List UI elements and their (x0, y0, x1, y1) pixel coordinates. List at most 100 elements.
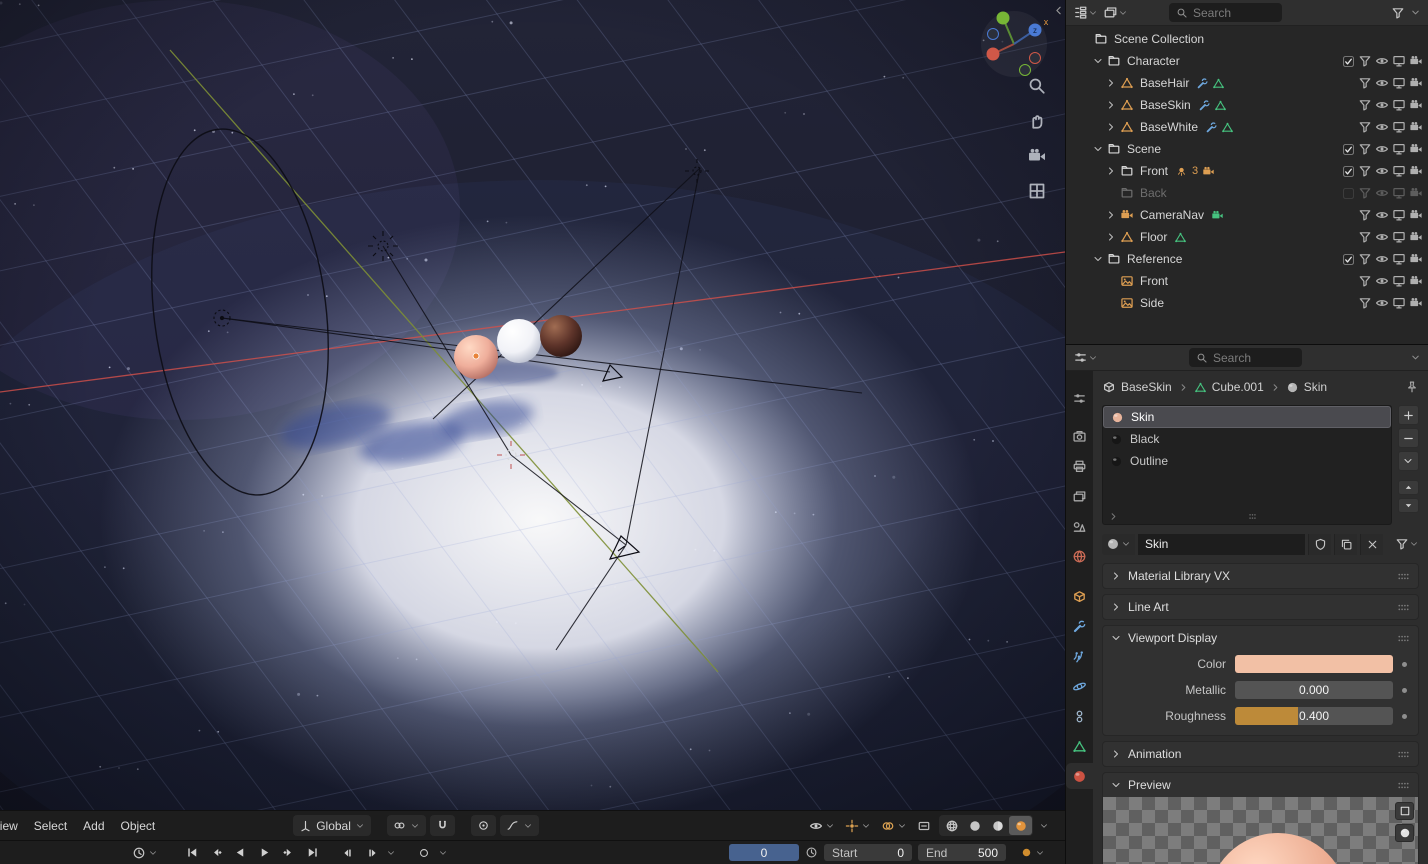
outliner-editor-type-button[interactable] (1073, 5, 1098, 20)
eye-icon[interactable] (1375, 208, 1389, 222)
chevdown-icon[interactable] (1092, 253, 1104, 265)
screen-icon[interactable] (1392, 98, 1406, 112)
properties-tab-material[interactable] (1066, 763, 1093, 789)
shading-material-preview-button[interactable] (986, 816, 1009, 835)
mesh-icon[interactable] (1194, 381, 1207, 394)
eye-icon[interactable] (1375, 296, 1389, 310)
next-keyframe-button[interactable] (278, 844, 298, 862)
camera-icon[interactable] (1409, 54, 1423, 68)
chevdown-icon[interactable] (1092, 143, 1104, 155)
chevdown-icon[interactable] (1039, 821, 1049, 831)
eye-icon[interactable] (1375, 76, 1389, 90)
unlink-material-button[interactable] (1360, 533, 1383, 555)
outliner-row-basewhite[interactable]: BaseWhite (1066, 116, 1428, 138)
eye-icon[interactable] (1375, 186, 1389, 200)
screen-icon[interactable] (1392, 208, 1406, 222)
eye-icon[interactable] (1375, 120, 1389, 134)
mesh-icon[interactable] (1120, 230, 1134, 244)
funnel-icon[interactable] (1358, 76, 1372, 90)
viewport-menu-select[interactable]: Select (26, 816, 75, 836)
breadcrumb-item-skin[interactable]: Skin (1286, 380, 1328, 394)
shading-rendered-button[interactable] (1009, 816, 1032, 835)
viewport-menu-view[interactable]: View (0, 816, 26, 836)
funnel-icon[interactable] (1358, 54, 1372, 68)
collection-icon[interactable] (1094, 32, 1108, 46)
eye-icon[interactable] (1375, 252, 1389, 266)
gizmo-y-axis-dot[interactable] (996, 11, 1010, 25)
chevdown-icon[interactable] (386, 848, 396, 858)
outliner-filter-button[interactable] (1391, 6, 1405, 20)
3d-viewport[interactable]: z x (0, 0, 1065, 810)
funnel-icon[interactable] (1358, 208, 1372, 222)
outliner-row-side[interactable]: Side (1066, 292, 1428, 314)
snap-target-dropdown[interactable] (386, 815, 426, 836)
preview-sphere-button[interactable] (1395, 824, 1414, 842)
material-slot-skin[interactable]: Skin (1103, 406, 1391, 428)
roughness-slider[interactable]: 0.400 (1235, 707, 1393, 725)
shading-wireframe-button[interactable] (940, 816, 963, 835)
frame-end-field[interactable]: End 500 (918, 844, 1006, 861)
play-button[interactable] (254, 844, 274, 862)
camera-icon[interactable] (1202, 165, 1215, 178)
outliner-row-character[interactable]: Character (1066, 50, 1428, 72)
camera-icon[interactable] (1409, 120, 1423, 134)
visibility-toggle[interactable] (807, 817, 837, 835)
properties-search-input[interactable] (1213, 350, 1295, 365)
screen-icon[interactable] (1392, 54, 1406, 68)
auto-keying-button[interactable] (1020, 846, 1033, 859)
chevright-icon[interactable] (1105, 121, 1117, 133)
image-icon[interactable] (1120, 296, 1134, 310)
mesh-data-icon[interactable] (1212, 77, 1225, 90)
camera-icon[interactable] (1409, 76, 1423, 90)
chevright-icon[interactable] (1105, 231, 1117, 243)
outliner-row-floor[interactable]: Floor (1066, 226, 1428, 248)
panel-header-preview[interactable]: Preview (1103, 773, 1418, 797)
funnel-icon[interactable] (1358, 296, 1372, 310)
collection-icon[interactable] (1107, 142, 1121, 156)
animate-dot[interactable] (1402, 661, 1407, 667)
animate-dot[interactable] (1402, 687, 1407, 693)
breadcrumb-item-cube-001[interactable]: Cube.001 (1194, 380, 1265, 394)
outliner-row-basehair[interactable]: BaseHair (1066, 72, 1428, 94)
browse-material-button[interactable] (1102, 533, 1135, 555)
breadcrumb-item-baseskin[interactable]: BaseSkin (1102, 380, 1173, 394)
camera-icon[interactable] (1120, 208, 1134, 222)
funnel-icon[interactable] (1358, 230, 1372, 244)
remove-slot-button[interactable] (1397, 428, 1419, 448)
panel-header-line-art[interactable]: Line Art (1103, 595, 1418, 619)
collection-icon[interactable] (1107, 252, 1121, 266)
funnel-icon[interactable] (1358, 120, 1372, 134)
viewport-menu-add[interactable]: Add (75, 816, 112, 836)
camera-icon[interactable] (1409, 98, 1423, 112)
cbon-icon[interactable] (1342, 55, 1355, 68)
camera-icon[interactable] (1409, 252, 1423, 266)
eye-icon[interactable] (1375, 164, 1389, 178)
pan-tool-button[interactable] (1027, 111, 1047, 134)
jump-to-end-button[interactable] (302, 844, 322, 862)
eye-icon[interactable] (1375, 54, 1389, 68)
cboff-icon[interactable] (1342, 187, 1355, 200)
slot-specials-button[interactable] (1397, 451, 1419, 471)
new-material-button[interactable] (1334, 533, 1357, 555)
transform-orientation-dropdown[interactable]: Global (293, 815, 371, 836)
camera-icon[interactable] (1409, 274, 1423, 288)
material-slot-black[interactable]: Black (1103, 428, 1391, 450)
material-slot-outline[interactable]: Outline (1103, 450, 1391, 472)
viewport-menu-object[interactable]: Object (113, 816, 164, 836)
mesh-data-icon[interactable] (1174, 231, 1187, 244)
funnel-icon[interactable] (1358, 186, 1372, 200)
proportional-editing-toggle[interactable] (470, 815, 496, 836)
keying-set-button[interactable] (414, 844, 434, 862)
current-frame-field[interactable]: 0 (729, 844, 799, 861)
toggle-ortho-button[interactable] (1027, 181, 1047, 204)
toggle-xray-toggle[interactable] (915, 817, 933, 835)
properties-tab-particles[interactable] (1066, 643, 1093, 669)
outliner-header-chevron[interactable] (1410, 7, 1421, 18)
previous-keyframe-button[interactable] (206, 844, 226, 862)
collection-icon[interactable] (1120, 164, 1134, 178)
camera-icon[interactable] (1409, 296, 1423, 310)
camera-icon[interactable] (1409, 186, 1423, 200)
screen-icon[interactable] (1392, 274, 1406, 288)
show-overlays-toggle[interactable] (879, 817, 909, 835)
mesh-icon[interactable] (1120, 120, 1134, 134)
